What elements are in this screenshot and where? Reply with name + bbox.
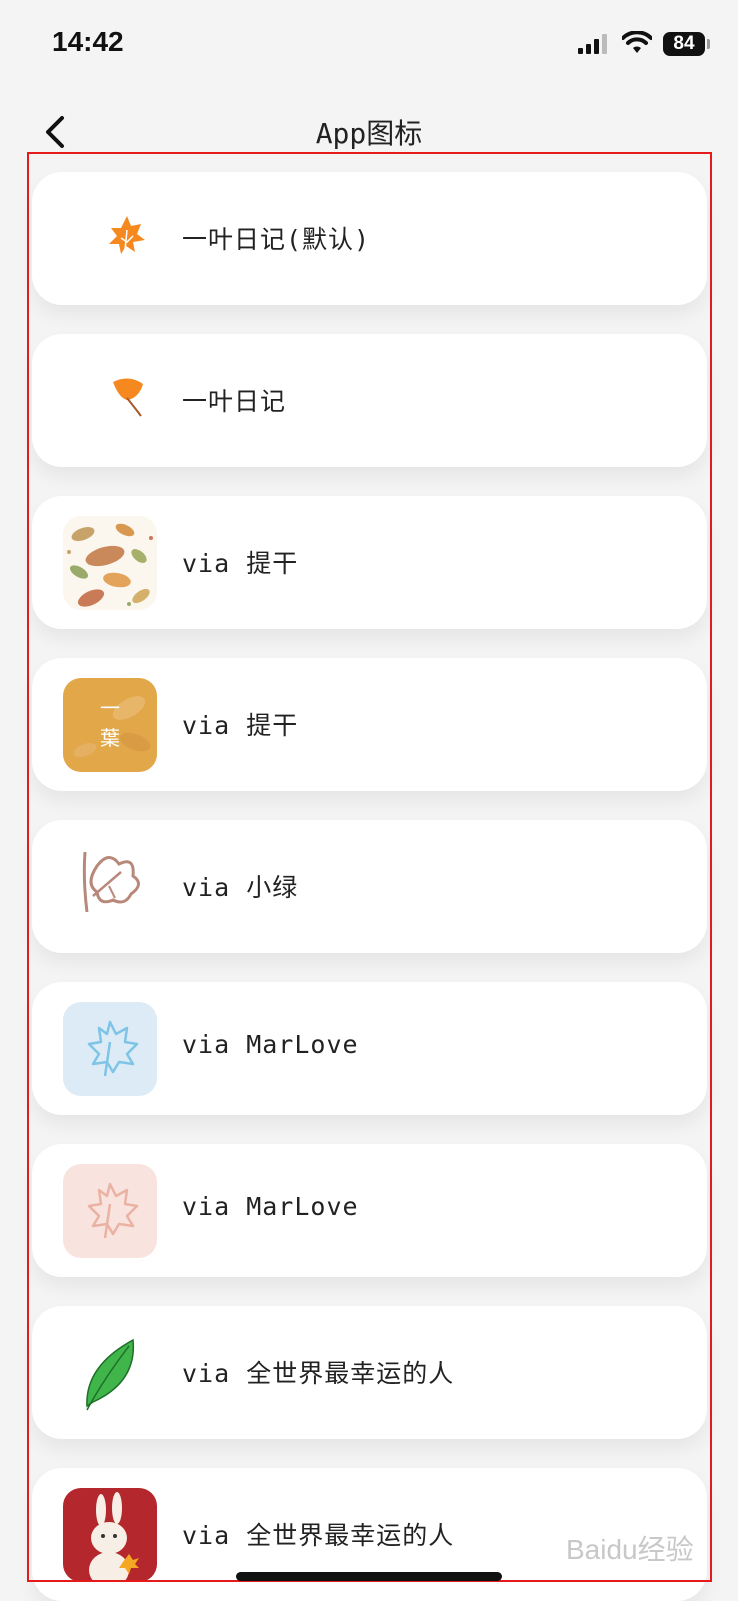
sketch-leaf-icon xyxy=(63,840,157,934)
icon-option-label: via 全世界最幸运的人 xyxy=(182,1521,455,1550)
icon-option-7[interactable]: via MarLove xyxy=(32,1144,707,1277)
icon-option-label: via 提干 xyxy=(182,711,299,740)
icon-option-label: 一叶日记 xyxy=(182,387,287,416)
battery-indicator: 84 xyxy=(663,32,705,56)
icon-option-label: via MarLove xyxy=(182,1030,359,1059)
green-leaf-icon xyxy=(63,1326,157,1420)
icon-option-1[interactable]: 一叶日记(默认) xyxy=(32,172,707,305)
pink-maple-leaf-icon xyxy=(63,1164,157,1258)
maple-leaf-orange-icon xyxy=(63,192,157,286)
icon-option-8[interactable]: via 全世界最幸运的人 xyxy=(32,1306,707,1439)
icon-option-label: 一叶日记(默认) xyxy=(182,225,371,254)
status-time: 14:42 xyxy=(52,26,124,57)
ginkgo-leaf-orange-icon xyxy=(63,354,157,448)
page-title: App图标 xyxy=(315,117,423,150)
icon-option-label: via 全世界最幸运的人 xyxy=(182,1359,455,1388)
status-bar: 14:42 84 xyxy=(0,0,738,90)
wifi-icon xyxy=(622,31,652,53)
tile-text-bottom: 葉 xyxy=(100,726,120,750)
cellular-signal-icon xyxy=(578,34,607,54)
home-indicator[interactable] xyxy=(236,1572,502,1581)
tile-text-top: 一 xyxy=(100,696,120,720)
blue-maple-leaf-icon xyxy=(63,1002,157,1096)
icon-option-label: via 小绿 xyxy=(182,873,299,902)
autumn-leaves-pattern-icon xyxy=(63,516,157,610)
icon-option-label: via 提干 xyxy=(182,549,299,578)
icon-option-4[interactable]: 一 葉 via 提干 xyxy=(32,658,707,791)
nav-bar: App图标 xyxy=(0,100,738,160)
bunny-with-leaf-icon xyxy=(63,1488,157,1582)
icon-option-5[interactable]: via 小绿 xyxy=(32,820,707,953)
watermark: Baidu经验 xyxy=(566,1534,694,1565)
icon-option-6[interactable]: via MarLove xyxy=(32,982,707,1115)
icon-option-3[interactable]: via 提干 xyxy=(32,496,707,629)
yellow-leaf-tile-icon: 一 葉 xyxy=(63,678,157,772)
icon-option-2[interactable]: 一叶日记 xyxy=(32,334,707,467)
battery-tip xyxy=(707,39,710,49)
icon-option-label: via MarLove xyxy=(182,1192,359,1221)
